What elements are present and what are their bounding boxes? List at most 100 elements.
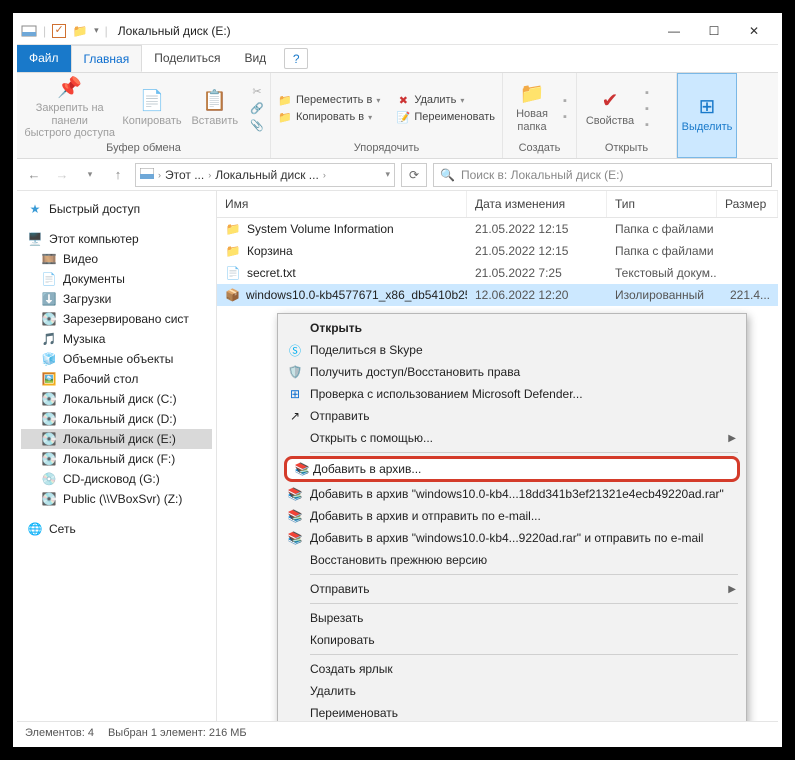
crumb-root[interactable]: Этот ... xyxy=(165,168,204,182)
crumb-disk[interactable]: Локальный диск ... xyxy=(215,168,319,182)
tab-share[interactable]: Поделиться xyxy=(142,45,232,72)
refresh-button[interactable]: ⟳ xyxy=(401,163,427,187)
ribbon: 📌Закрепить на панели быстрого доступа 📄К… xyxy=(17,73,778,159)
chevron-icon3[interactable]: › xyxy=(323,170,326,180)
sidebar: ★Быстрый доступ 🖥️Этот компьютер 🎞️Видео… xyxy=(17,191,217,721)
ctx-shortcut[interactable]: Создать ярлык xyxy=(280,658,744,680)
group-open-label: Открыть xyxy=(581,142,672,156)
paste-button[interactable]: 📋Вставить xyxy=(186,77,244,141)
table-row[interactable]: 📄secret.txt 21.05.2022 7:25Текстовый док… xyxy=(217,262,778,284)
history-small[interactable]: ▪ xyxy=(643,118,651,132)
delete-button[interactable]: ✖Удалить ▾ xyxy=(394,93,497,108)
ctx-separator xyxy=(310,603,738,604)
star-icon: ★ xyxy=(27,202,43,216)
ctx-share[interactable]: ↗Отправить xyxy=(280,405,744,427)
ctx-rename[interactable]: Переименовать xyxy=(280,702,744,721)
ctx-add-archive[interactable]: 📚Добавить в архив... xyxy=(284,456,740,482)
qat-dropdown[interactable]: ▾ xyxy=(94,25,99,36)
sidebar-item-diskf[interactable]: 💽Локальный диск (F:) xyxy=(21,449,212,469)
ctx-add-rar[interactable]: 📚Добавить в архив "windows10.0-kb4...18d… xyxy=(280,483,744,505)
forward-button[interactable]: → xyxy=(51,164,73,186)
ctx-defender[interactable]: ⊞Проверка с использованием Microsoft Def… xyxy=(280,383,744,405)
moveto-button[interactable]: 📁Переместить в ▾ xyxy=(276,93,382,108)
chevron-right-icon: ▶ xyxy=(728,433,736,444)
sidebar-item-diske[interactable]: 💽Локальный диск (E:) xyxy=(21,429,212,449)
sidebar-item-docs[interactable]: 📄Документы xyxy=(21,269,212,289)
newfolder-button[interactable]: 📁Новая папка xyxy=(507,77,557,141)
sidebar-item-cd[interactable]: 💿CD-дисковод (G:) xyxy=(21,469,212,489)
col-type[interactable]: Тип xyxy=(607,191,717,217)
col-name[interactable]: Имя xyxy=(217,191,467,217)
copypath-small[interactable]: 🔗 xyxy=(248,101,266,116)
help-button[interactable]: ? xyxy=(284,48,308,69)
sidebar-item-music[interactable]: 🎵Музыка xyxy=(21,329,212,349)
ctx-sendto[interactable]: Отправить▶ xyxy=(280,578,744,600)
up-button[interactable]: ↑ xyxy=(107,164,129,186)
drive-small-icon xyxy=(140,168,154,182)
copyto-button[interactable]: 📁Копировать в ▾ xyxy=(276,110,382,125)
rename-button[interactable]: 📝Переименовать xyxy=(394,110,497,125)
ribbon-tabs: Файл Главная Поделиться Вид ? xyxy=(17,45,778,73)
properties-button[interactable]: ✔Свойства xyxy=(581,77,639,141)
pin-button[interactable]: 📌Закрепить на панели быстрого доступа xyxy=(21,77,118,141)
newitem-small[interactable]: ▪ xyxy=(561,94,569,108)
close-button[interactable]: ✕ xyxy=(734,20,774,42)
sidebar-item-diskd[interactable]: 💽Локальный диск (D:) xyxy=(21,409,212,429)
ctx-restore[interactable]: Восстановить прежнюю версию xyxy=(280,549,744,571)
downloads-icon: ⬇️ xyxy=(41,292,57,306)
status-bar: Элементов: 4 Выбран 1 элемент: 216 МБ xyxy=(17,721,778,743)
cut-small[interactable]: ✂ xyxy=(248,84,266,99)
ctx-add-email[interactable]: 📚Добавить в архив и отправить по e-mail.… xyxy=(280,505,744,527)
folder-icon[interactable]: 📁 xyxy=(72,23,88,39)
drive-icon xyxy=(21,23,37,39)
navigation-bar: ← → ▾ ↑ › Этот ... › Локальный диск ... … xyxy=(17,159,778,191)
ctx-cut[interactable]: Вырезать xyxy=(280,607,744,629)
sidebar-item-diskc[interactable]: 💽Локальный диск (C:) xyxy=(21,389,212,409)
back-button[interactable]: ← xyxy=(23,164,45,186)
edit-small[interactable]: ▪ xyxy=(643,102,651,116)
drive-icon: 💽 xyxy=(41,412,57,426)
ctx-openwith[interactable]: Открыть с помощью...▶ xyxy=(280,427,744,449)
tab-view[interactable]: Вид xyxy=(232,45,278,72)
easyaccess-small[interactable]: ▪ xyxy=(561,110,569,124)
chevron-right-icon: ▶ xyxy=(728,584,736,595)
pasteshortcut-small[interactable]: 📎 xyxy=(248,118,266,133)
ctx-access[interactable]: 🛡️Получить доступ/Восстановить права xyxy=(280,361,744,383)
col-size[interactable]: Размер xyxy=(717,191,778,217)
sidebar-item-video[interactable]: 🎞️Видео xyxy=(21,249,212,269)
sidebar-item-desktop[interactable]: 🖼️Рабочий стол xyxy=(21,369,212,389)
sidebar-item-pc[interactable]: 🖥️Этот компьютер xyxy=(21,229,212,249)
ctx-delete[interactable]: Удалить xyxy=(280,680,744,702)
tab-file[interactable]: Файл xyxy=(17,45,71,72)
sidebar-item-quick[interactable]: ★Быстрый доступ xyxy=(21,199,212,219)
open-small[interactable]: ▪ xyxy=(643,86,651,100)
ctx-skype[interactable]: ⓈПоделиться в Skype xyxy=(280,339,744,361)
shield-icon: 🛡️ xyxy=(286,365,304,379)
tab-home[interactable]: Главная xyxy=(71,45,143,72)
recent-dropdown[interactable]: ▾ xyxy=(79,164,101,186)
sidebar-item-downloads[interactable]: ⬇️Загрузки xyxy=(21,289,212,309)
copypath-icon: 🔗 xyxy=(250,102,264,115)
chevron-icon2[interactable]: › xyxy=(208,170,211,180)
table-row-selected[interactable]: 📦windows10.0-kb4577671_x86_db5410b25 12.… xyxy=(217,284,778,306)
table-row[interactable]: 📁System Volume Information 21.05.2022 12… xyxy=(217,218,778,240)
minimize-button[interactable]: — xyxy=(654,20,694,42)
ctx-open[interactable]: Открыть xyxy=(280,317,744,339)
select-button[interactable]: ⊞Выделить xyxy=(682,83,732,147)
qat-sep: | xyxy=(43,24,46,38)
copy-button[interactable]: 📄Копировать xyxy=(122,77,181,141)
chevron-icon[interactable]: › xyxy=(158,170,161,180)
addr-dropdown[interactable]: ▾ xyxy=(385,169,390,180)
search-input[interactable]: 🔍 Поиск в: Локальный диск (E:) xyxy=(433,163,772,187)
sidebar-item-network[interactable]: 🌐Сеть xyxy=(21,519,212,539)
sidebar-item-reserved[interactable]: 💽Зарезервировано сист xyxy=(21,309,212,329)
sidebar-item-public[interactable]: 💽Public (\\VBoxSvr) (Z:) xyxy=(21,489,212,509)
sidebar-item-3d[interactable]: 🧊Объемные объекты xyxy=(21,349,212,369)
ctx-add-rar-email[interactable]: 📚Добавить в архив "windows10.0-kb4...922… xyxy=(280,527,744,549)
col-date[interactable]: Дата изменения xyxy=(467,191,607,217)
ctx-copy[interactable]: Копировать xyxy=(280,629,744,651)
maximize-button[interactable]: ☐ xyxy=(694,20,734,42)
address-bar[interactable]: › Этот ... › Локальный диск ... › ▾ xyxy=(135,163,395,187)
checkbox-icon[interactable]: ✓ xyxy=(52,24,66,38)
table-row[interactable]: 📁Корзина 21.05.2022 12:15Папка с файлами xyxy=(217,240,778,262)
